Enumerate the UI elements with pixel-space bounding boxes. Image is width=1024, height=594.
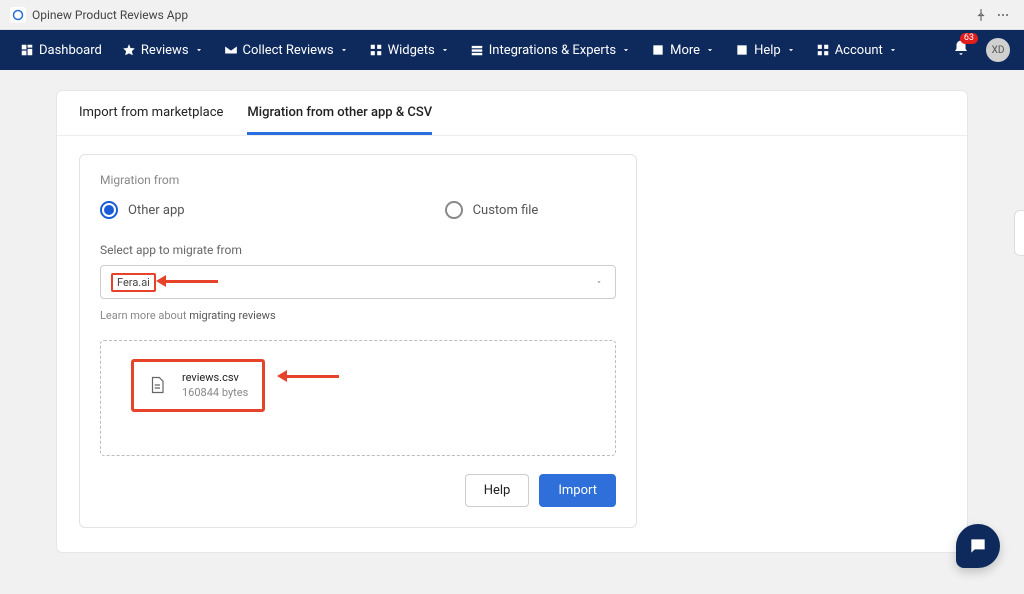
chevron-down-icon bbox=[705, 45, 715, 55]
main-nav: Dashboard Reviews Collect Reviews Widget… bbox=[0, 30, 1024, 70]
nav-dashboard[interactable]: Dashboard bbox=[14, 39, 108, 62]
nav-help-label: Help bbox=[754, 43, 781, 58]
nav-collect-label: Collect Reviews bbox=[243, 43, 334, 58]
nav-reviews-label: Reviews bbox=[141, 43, 189, 58]
import-tabs: Import from marketplace Migration from o… bbox=[57, 91, 967, 136]
migration-form: Migration from Other app Custom file Sel… bbox=[79, 154, 637, 528]
chat-launcher[interactable] bbox=[956, 524, 1000, 568]
nav-more-label: More bbox=[670, 43, 700, 58]
nav-widgets-label: Widgets bbox=[388, 43, 435, 58]
help-button[interactable]: Help bbox=[465, 474, 530, 507]
annotation-arrow-icon bbox=[164, 280, 218, 283]
migration-from-label: Migration from bbox=[100, 173, 616, 187]
select-app-value: Fera.ai bbox=[111, 273, 156, 292]
import-button[interactable]: Import bbox=[539, 474, 616, 507]
learn-more-prefix: Learn more about bbox=[100, 309, 189, 322]
learn-more-link[interactable]: migrating reviews bbox=[189, 309, 275, 322]
button-label: Import bbox=[558, 483, 597, 498]
select-app-label: Select app to migrate from bbox=[100, 243, 616, 257]
nav-integrations-label: Integrations & Experts bbox=[489, 43, 616, 58]
opinew-logo bbox=[10, 7, 26, 23]
radio-label: Other app bbox=[128, 203, 185, 218]
nav-widgets[interactable]: Widgets bbox=[363, 39, 456, 62]
avatar-initials: XD bbox=[992, 45, 1005, 56]
file-dropzone[interactable]: reviews.csv 160844 bytes bbox=[100, 340, 616, 456]
nav-collect-reviews[interactable]: Collect Reviews bbox=[218, 39, 355, 62]
chevron-down-icon bbox=[888, 45, 898, 55]
app-title: Opinew Product Reviews App bbox=[32, 8, 188, 22]
notifications-button[interactable]: 63 bbox=[952, 39, 970, 61]
side-drawer-handle[interactable] bbox=[1014, 210, 1024, 256]
nav-help[interactable]: Help bbox=[729, 39, 802, 62]
annotation-arrow-icon bbox=[285, 375, 339, 378]
learn-more-text: Learn more about migrating reviews bbox=[100, 309, 616, 322]
chevron-down-icon bbox=[339, 45, 349, 55]
radio-label: Custom file bbox=[473, 203, 539, 218]
nav-account-label: Account bbox=[835, 43, 883, 58]
nav-dashboard-label: Dashboard bbox=[39, 43, 102, 58]
radio-other-app[interactable]: Other app bbox=[100, 201, 185, 219]
tab-label: Migration from other app & CSV bbox=[247, 105, 432, 120]
chat-icon bbox=[968, 536, 988, 556]
chevron-down-icon bbox=[786, 45, 796, 55]
radio-selected-icon bbox=[100, 201, 118, 219]
radio-unselected-icon bbox=[445, 201, 463, 219]
nav-more[interactable]: More bbox=[645, 39, 721, 62]
tab-migration-csv[interactable]: Migration from other app & CSV bbox=[247, 91, 432, 135]
button-label: Help bbox=[484, 483, 511, 498]
nav-integrations[interactable]: Integrations & Experts bbox=[464, 39, 637, 62]
uploaded-file[interactable]: reviews.csv 160844 bytes bbox=[131, 359, 265, 412]
nav-reviews[interactable]: Reviews bbox=[116, 39, 210, 62]
file-icon bbox=[144, 372, 170, 398]
pin-icon[interactable] bbox=[970, 4, 992, 26]
file-size: 160844 bytes bbox=[182, 385, 248, 400]
chevron-down-icon bbox=[595, 278, 603, 286]
more-icon[interactable] bbox=[992, 4, 1014, 26]
radio-custom-file[interactable]: Custom file bbox=[445, 201, 539, 219]
chevron-down-icon bbox=[440, 45, 450, 55]
file-name: reviews.csv bbox=[182, 370, 248, 385]
tab-label: Import from marketplace bbox=[79, 105, 223, 120]
avatar[interactable]: XD bbox=[986, 38, 1010, 62]
tab-import-marketplace[interactable]: Import from marketplace bbox=[79, 91, 223, 135]
import-card: Import from marketplace Migration from o… bbox=[56, 90, 968, 553]
notification-count: 63 bbox=[960, 33, 978, 44]
chevron-down-icon bbox=[194, 45, 204, 55]
app-titlebar: Opinew Product Reviews App bbox=[0, 0, 1024, 30]
nav-account[interactable]: Account bbox=[810, 39, 904, 62]
chevron-down-icon bbox=[621, 45, 631, 55]
